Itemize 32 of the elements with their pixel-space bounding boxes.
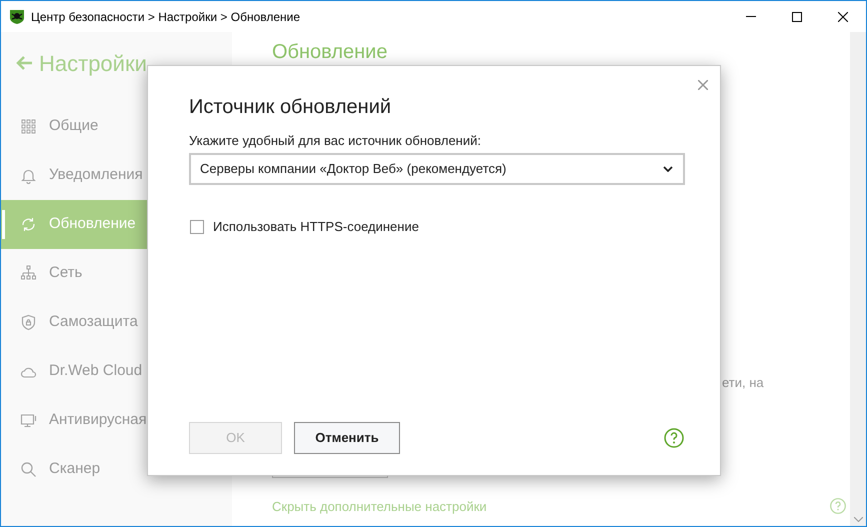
sidebar-item[interactable]: Самозащита — [1, 298, 232, 347]
cancel-button[interactable]: Отменить — [294, 422, 400, 454]
dialog-title: Источник обновлений — [189, 95, 392, 120]
settings-heading: Настройки — [39, 50, 147, 78]
back-arrow-icon[interactable] — [15, 55, 33, 71]
scrollbar[interactable] — [850, 32, 866, 526]
https-checkbox[interactable] — [190, 220, 204, 234]
sidebar-item[interactable]: Dr.Web Cloud — [1, 347, 232, 396]
close-icon — [838, 12, 848, 22]
maximize-icon — [792, 12, 802, 22]
sidebar-item[interactable]: Сеть — [1, 249, 232, 298]
help-icon[interactable] — [664, 428, 684, 448]
minimize-icon — [746, 16, 756, 17]
window-title: Центр безопасности > Настройки > Обновление — [31, 8, 300, 26]
source-label: Укажите удобный для вас источник обновлений: — [189, 132, 481, 150]
bell-icon — [20, 167, 37, 184]
search-icon — [20, 461, 37, 478]
chevron-down-icon — [663, 166, 673, 172]
description-text: ети, на — [722, 374, 764, 392]
close-button[interactable] — [696, 78, 710, 92]
shield-icon — [20, 314, 37, 331]
page-heading: Обновление — [272, 41, 388, 63]
source-dropdown[interactable]: Серверы компании «Доктор Веб» (рекомендуется) — [189, 153, 685, 185]
refresh-icon — [20, 216, 37, 233]
hide-advanced-link[interactable]: Скрыть дополнительные настройки — [272, 497, 487, 516]
network-icon — [20, 265, 37, 282]
help-icon[interactable] — [830, 498, 846, 514]
close-icon — [698, 80, 708, 90]
app-logo-icon — [9, 8, 25, 24]
grid-icon — [20, 118, 37, 135]
scroll-down-icon[interactable] — [854, 517, 862, 522]
monitor-icon — [20, 412, 37, 429]
